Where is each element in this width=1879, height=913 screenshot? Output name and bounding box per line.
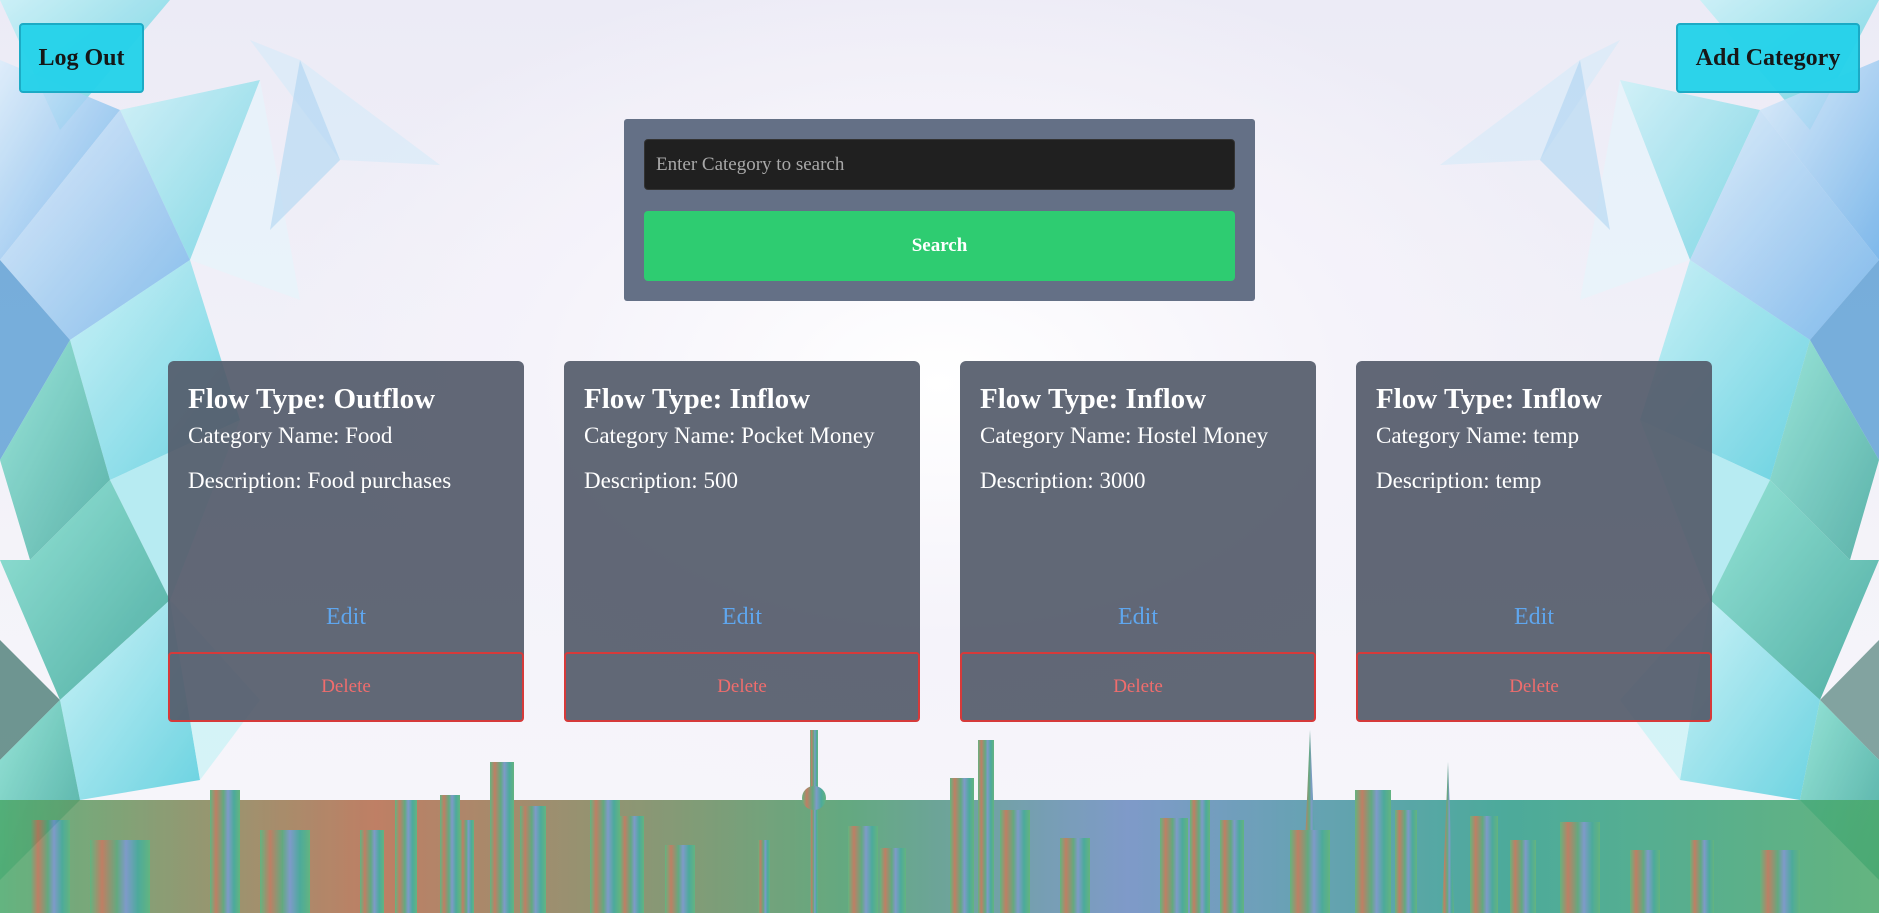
card-description: Description: 3000 (980, 468, 1146, 493)
edit-link[interactable]: Edit (1356, 604, 1712, 631)
card-description: Description: temp (1376, 468, 1542, 493)
edit-link[interactable]: Edit (564, 604, 920, 631)
category-card: Flow Type: Inflow Category Name: Hostel … (960, 361, 1316, 722)
city-skyline (0, 730, 1879, 913)
category-card: Flow Type: Inflow Category Name: Pocket … (564, 361, 920, 722)
logout-button[interactable]: Log Out (19, 23, 144, 93)
search-button[interactable]: Search (644, 211, 1235, 281)
card-flow-type: Flow Type: Inflow (1376, 383, 1603, 415)
delete-button[interactable]: Delete (564, 652, 920, 722)
card-category-name: Category Name: Pocket Money (584, 423, 875, 448)
card-flow-type: Flow Type: Inflow (980, 383, 1207, 415)
page-root: Log Out Add Category Search Flow Type: O… (0, 0, 1879, 913)
card-description: Description: 500 (584, 468, 738, 493)
delete-button[interactable]: Delete (168, 652, 524, 722)
category-card: Flow Type: Inflow Category Name: temp De… (1356, 361, 1712, 722)
search-panel: Search (624, 119, 1255, 301)
delete-button[interactable]: Delete (960, 652, 1316, 722)
card-flow-type: Flow Type: Inflow (584, 383, 811, 415)
search-input[interactable] (644, 139, 1235, 190)
card-description: Description: Food purchases (188, 468, 452, 493)
delete-button[interactable]: Delete (1356, 652, 1712, 722)
add-category-button[interactable]: Add Category (1676, 23, 1860, 93)
card-category-name: Category Name: temp (1376, 423, 1580, 448)
edit-link[interactable]: Edit (960, 604, 1316, 631)
card-category-name: Category Name: Hostel Money (980, 423, 1269, 448)
edit-link[interactable]: Edit (168, 604, 524, 631)
card-flow-type: Flow Type: Outflow (188, 383, 436, 415)
category-card: Flow Type: Outflow Category Name: Food D… (168, 361, 524, 722)
card-category-name: Category Name: Food (188, 423, 393, 448)
